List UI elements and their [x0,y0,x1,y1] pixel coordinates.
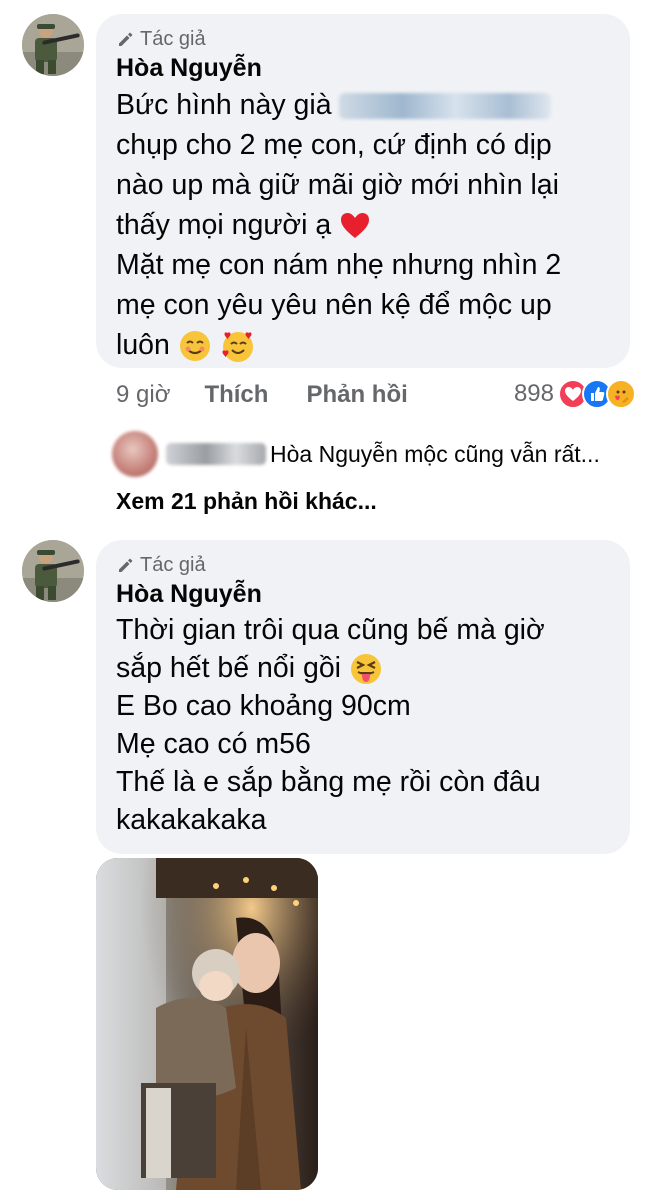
smiling-face-with-hearts-icon [222,332,253,363]
comment-text-line: mẹ con yêu yêu nên kệ để mộc up [116,289,552,321]
comment-text-line: luôn [116,329,170,361]
red-heart-icon [341,213,370,239]
smiling-face-icon [179,331,210,362]
reaction-count: 898 [513,380,554,407]
comment-bubble: Tác giả Hòa Nguyễn Bức hình này già chụp… [96,14,630,368]
author-avatar[interactable] [22,540,84,602]
blurred-tagged-name [339,93,552,120]
comment-text-line: Thời gian trôi qua cũng bế mà giờ [116,614,545,646]
blurred-reply-author [166,443,266,465]
comment-text-line: Mẹ cao có m56 [116,728,311,760]
comment-text-line: chụp cho 2 mẹ con, cứ định có dịp [116,129,552,161]
comment-text-line: E Bo cao khoảng 90cm [116,690,411,722]
like-button[interactable]: Thích [204,381,268,409]
comment-text-line: Mặt mẹ con nám nhẹ nhưng nhìn 2 [116,249,562,281]
author-badge-label: Tác giả [140,553,206,576]
comment-text-line: nào up mà giữ mãi giờ mới nhìn lại [116,169,559,201]
reaction-summary[interactable]: 898 [514,379,636,409]
reply-preview-text: Hòa Nguyễn mộc cũng vẫn rất... [270,440,600,467]
reply-preview[interactable]: Hòa Nguyễn mộc cũng vẫn rất... [112,430,632,478]
view-more-replies-link[interactable]: Xem 21 phản hồi khác... [116,488,377,515]
care-reaction-icon [606,379,636,409]
comment-text-line: Bức hình này già [116,89,332,121]
comment-text-line: kakakakaka [116,804,267,836]
pencil-icon [119,558,133,572]
reply-button[interactable]: Phản hồi [306,381,407,409]
pencil-icon [119,32,133,46]
comment-text-line: thấy mọi người ạ [116,209,332,241]
comment-timestamp[interactable]: 9 giờ [116,381,170,409]
comment-text: Thời gian trôi qua cũng bế mà giờ sắp hế… [116,611,610,839]
author-badge: Tác giả [116,552,610,578]
author-avatar[interactable] [22,14,84,76]
comment-author-name[interactable]: Hòa Nguyễn [116,580,610,609]
reply-avatar [112,431,158,477]
comment-text-line: sắp hết bế nổi gồi [116,652,342,684]
author-badge-label: Tác giả [140,27,206,50]
comment-photo[interactable] [96,858,318,1190]
comment-author-name[interactable]: Hòa Nguyễn [116,54,610,83]
comment-text: Bức hình này già chụp cho 2 mẹ con, cứ đ… [116,85,610,365]
comment-text-line: Thế là e sắp bằng mẹ rồi còn đâu [116,766,541,798]
author-badge: Tác giả [116,26,610,52]
squinting-face-with-tongue-icon [350,654,381,685]
comment-bubble: Tác giả Hòa Nguyễn Thời gian trôi qua cũ… [96,540,630,854]
comment-actions: 9 giờ Thích Phản hồi 898 [116,375,636,415]
